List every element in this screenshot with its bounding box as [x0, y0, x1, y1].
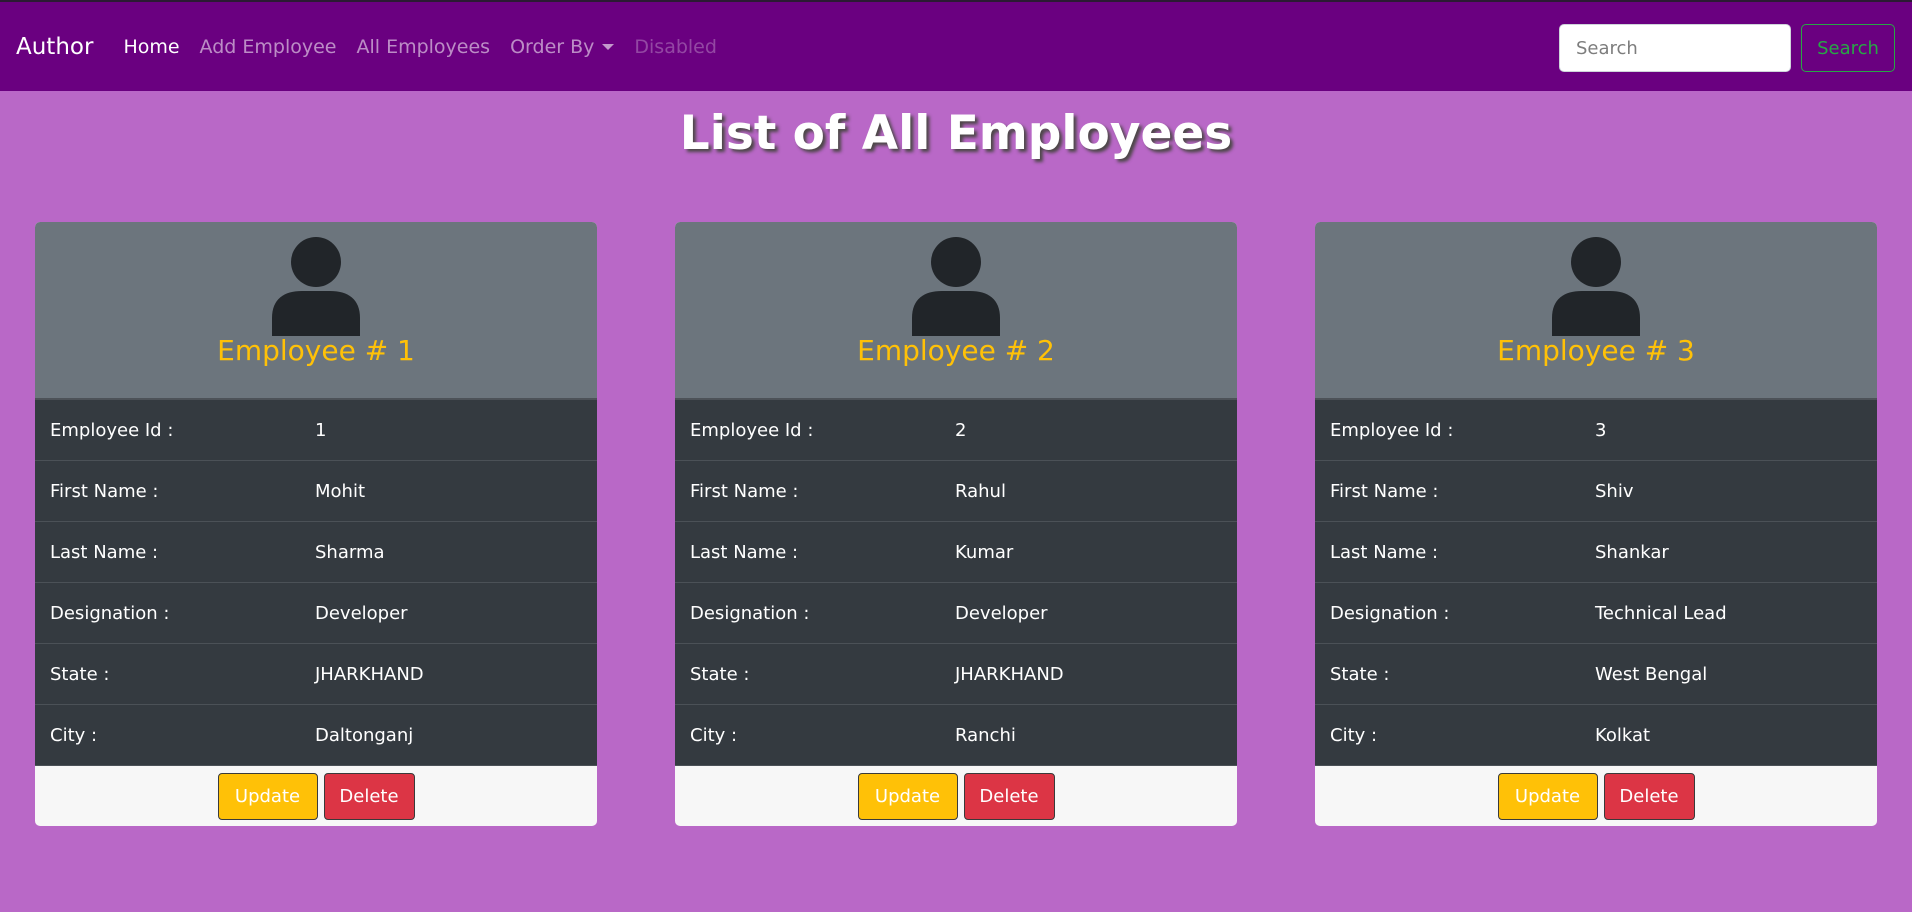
- field-row-last-name: Last Name : Shankar: [1315, 522, 1877, 583]
- field-value: Shiv: [1595, 480, 1634, 502]
- delete-button[interactable]: Delete: [1603, 772, 1695, 820]
- search-input[interactable]: [1559, 24, 1791, 72]
- field-row-city: City : Kolkat: [1315, 705, 1877, 766]
- top-navbar: Author Home Add Employee All Employees O…: [0, 0, 1912, 91]
- search-form: Search: [1559, 24, 1895, 72]
- field-row-state: State : JHARKHAND: [35, 644, 597, 705]
- field-label: Last Name :: [50, 541, 159, 563]
- field-label: City :: [50, 724, 98, 746]
- employee-title: Employee # 1: [217, 334, 415, 367]
- field-row-first-name: First Name : Mohit: [35, 461, 597, 522]
- field-row-city: City : Ranchi: [675, 705, 1237, 766]
- update-button[interactable]: Update: [1497, 772, 1598, 820]
- card-header: Employee # 2: [675, 222, 1237, 400]
- page-title: List of All Employees: [679, 106, 1233, 161]
- field-value: 1: [315, 419, 327, 441]
- field-value: 2: [955, 419, 967, 441]
- field-row-employee-id: Employee Id : 2: [675, 400, 1237, 461]
- card-footer: Update Delete: [35, 766, 597, 826]
- field-value: Shankar: [1595, 541, 1669, 563]
- update-button[interactable]: Update: [857, 772, 958, 820]
- field-label: Designation :: [1330, 602, 1450, 624]
- field-label: Employee Id :: [690, 419, 814, 441]
- field-value: Mohit: [315, 480, 366, 502]
- employee-card: Employee # 1 Employee Id : 1 First Name :…: [35, 222, 597, 826]
- nav-order-by-dropdown[interactable]: Order By: [510, 35, 615, 58]
- field-label: Last Name :: [1330, 541, 1439, 563]
- delete-button[interactable]: Delete: [323, 772, 415, 820]
- field-value: Kolkat: [1595, 724, 1651, 746]
- employee-title: Employee # 2: [857, 334, 1055, 367]
- field-label: City :: [690, 724, 738, 746]
- field-row-state: State : JHARKHAND: [675, 644, 1237, 705]
- field-value: JHARKHAND: [315, 663, 424, 685]
- field-row-city: City : Daltonganj: [35, 705, 597, 766]
- field-value: Developer: [955, 602, 1048, 624]
- field-label: State :: [50, 663, 110, 685]
- field-value: Technical Lead: [1595, 602, 1727, 624]
- field-label: First Name :: [50, 480, 159, 502]
- field-row-last-name: Last Name : Sharma: [35, 522, 597, 583]
- field-label: State :: [690, 663, 750, 685]
- field-row-employee-id: Employee Id : 1: [35, 400, 597, 461]
- field-value: Developer: [315, 602, 408, 624]
- field-row-employee-id: Employee Id : 3: [1315, 400, 1877, 461]
- field-value: Sharma: [315, 541, 385, 563]
- user-icon: [912, 237, 1000, 336]
- nav-home[interactable]: Home: [123, 36, 179, 58]
- field-row-designation: Designation : Developer: [35, 583, 597, 644]
- brand-logo[interactable]: Author: [16, 34, 93, 60]
- employee-title: Employee # 3: [1497, 334, 1695, 367]
- caret-down-icon: [602, 44, 615, 50]
- field-row-last-name: Last Name : Kumar: [675, 522, 1237, 583]
- field-label: Designation :: [50, 602, 170, 624]
- update-button[interactable]: Update: [217, 772, 318, 820]
- user-icon: [1552, 237, 1640, 336]
- employee-card: Employee # 3 Employee Id : 3 First Name :…: [1315, 222, 1877, 826]
- field-row-designation: Designation : Technical Lead: [1315, 583, 1877, 644]
- field-label: First Name :: [690, 480, 799, 502]
- field-value: Rahul: [955, 480, 1006, 502]
- delete-button[interactable]: Delete: [963, 772, 1055, 820]
- employee-card: Employee # 2 Employee Id : 2 First Name :…: [675, 222, 1237, 826]
- nav-add-employee[interactable]: Add Employee: [200, 36, 337, 58]
- field-label: Employee Id :: [1330, 419, 1454, 441]
- field-row-first-name: First Name : Rahul: [675, 461, 1237, 522]
- field-row-state: State : West Bengal: [1315, 644, 1877, 705]
- field-label: Employee Id :: [50, 419, 174, 441]
- field-row-designation: Designation : Developer: [675, 583, 1237, 644]
- nav-disabled: Disabled: [634, 35, 717, 58]
- field-value: Ranchi: [955, 724, 1016, 746]
- field-value: Daltonganj: [315, 724, 414, 746]
- field-label: State :: [1330, 663, 1390, 685]
- nav-order-by-label: Order By: [510, 35, 595, 58]
- card-footer: Update Delete: [675, 766, 1237, 826]
- user-icon: [272, 237, 360, 336]
- field-label: Designation :: [690, 602, 810, 624]
- nav-all-employees[interactable]: All Employees: [356, 36, 490, 58]
- card-footer: Update Delete: [1315, 766, 1877, 826]
- field-value: Kumar: [955, 541, 1014, 563]
- field-value: JHARKHAND: [955, 663, 1064, 685]
- field-row-first-name: First Name : Shiv: [1315, 461, 1877, 522]
- search-button[interactable]: Search: [1801, 24, 1895, 72]
- field-value: West Bengal: [1595, 663, 1708, 685]
- card-header: Employee # 1: [35, 222, 597, 400]
- field-label: First Name :: [1330, 480, 1439, 502]
- field-label: City :: [1330, 724, 1378, 746]
- card-header: Employee # 3: [1315, 222, 1877, 400]
- field-value: 3: [1595, 419, 1607, 441]
- nav-links: Home Add Employee All Employees Order By…: [123, 36, 737, 58]
- field-label: Last Name :: [690, 541, 799, 563]
